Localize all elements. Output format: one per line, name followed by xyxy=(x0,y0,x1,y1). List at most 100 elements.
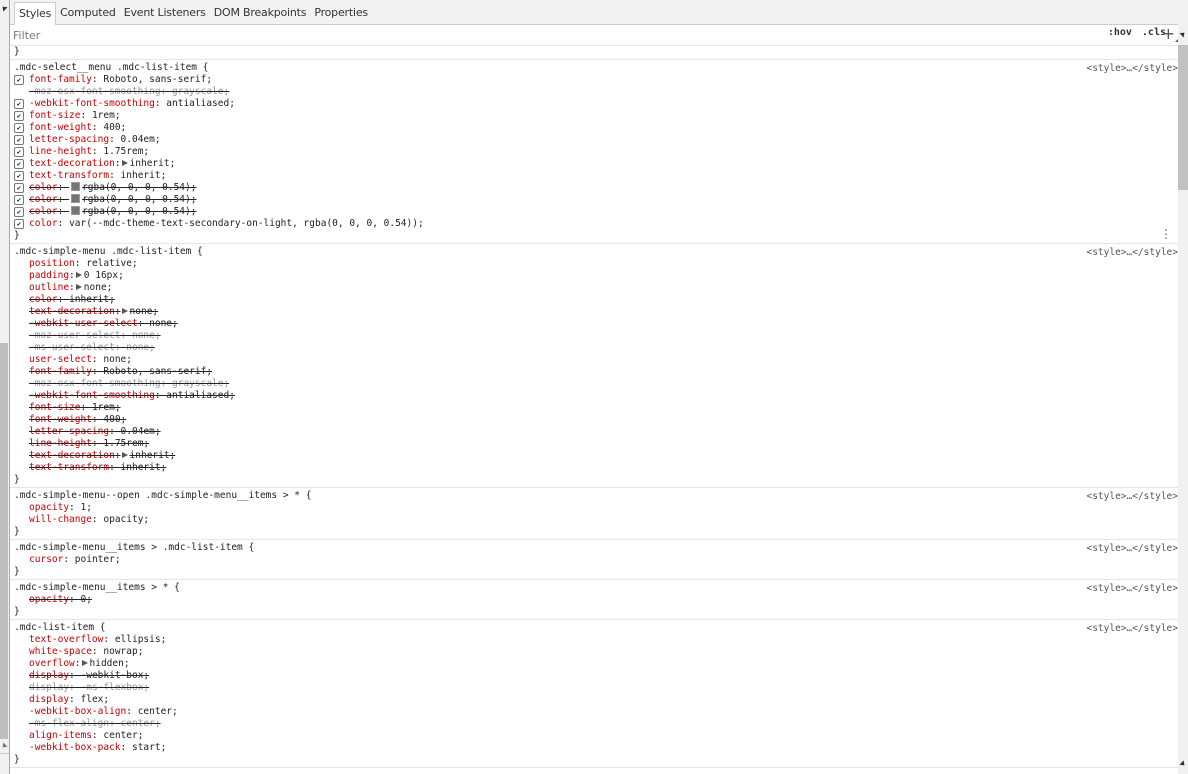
property-value[interactable]: Roboto, sans-serif; xyxy=(103,366,212,377)
css-property[interactable]: opacity: 1; xyxy=(14,502,1178,514)
property-name[interactable]: color xyxy=(29,218,58,229)
more-options-icon[interactable]: ⋮ xyxy=(1160,227,1172,241)
expand-triangle-icon[interactable] xyxy=(121,452,128,458)
property-value[interactable]: inherit; xyxy=(121,170,167,181)
css-property[interactable]: ✔ text-decoration: inherit; xyxy=(14,158,1178,170)
css-property[interactable]: ✔ color: rgba(0, 0, 0, 0.54); xyxy=(14,206,1178,218)
property-value[interactable]: 1.75rem; xyxy=(103,146,149,157)
property-name[interactable]: -moz-user-select xyxy=(29,330,121,341)
property-name[interactable]: font-size xyxy=(29,402,80,413)
css-property[interactable]: text-overflow: ellipsis; xyxy=(14,634,1178,646)
property-name[interactable]: color xyxy=(29,194,58,205)
rule-selector[interactable]: .mdc-simple-menu__items > .mdc-list-item… xyxy=(14,542,1178,554)
property-name[interactable]: outline xyxy=(29,282,69,293)
css-property[interactable]: -webkit-user-select: none; xyxy=(14,318,1178,330)
property-name[interactable]: -webkit-user-select xyxy=(29,318,138,329)
property-name[interactable]: text-transform xyxy=(29,170,109,181)
rule-source-link[interactable]: <style>…</style> xyxy=(1086,543,1178,554)
css-property[interactable]: font-weight: 400; xyxy=(14,414,1178,426)
property-name[interactable]: text-decoration xyxy=(29,450,115,461)
property-value[interactable]: start; xyxy=(132,742,166,753)
scroll-down-arrow-icon[interactable] xyxy=(1179,760,1187,768)
rule-selector[interactable]: .mdc-simple-menu .mdc-list-item { xyxy=(14,246,1178,258)
property-value[interactable]: pointer; xyxy=(75,554,121,565)
scroll-down-arrow-icon[interactable] xyxy=(0,742,8,750)
css-property[interactable]: line-height: 1.75rem; xyxy=(14,438,1178,450)
css-property[interactable]: opacity: 0; xyxy=(14,594,1178,606)
property-name[interactable]: letter-spacing xyxy=(29,134,109,145)
css-property[interactable]: display: flex; xyxy=(14,694,1178,706)
property-name[interactable]: display xyxy=(29,682,69,693)
filter-input[interactable] xyxy=(10,27,915,43)
property-value[interactable]: ellipsis; xyxy=(115,634,166,645)
scroll-up-arrow-icon[interactable] xyxy=(0,4,8,12)
css-property[interactable]: user-select: none; xyxy=(14,354,1178,366)
property-checkbox[interactable]: ✔ xyxy=(14,159,24,169)
property-checkbox[interactable]: ✔ xyxy=(14,219,24,229)
css-property[interactable]: color: inherit; xyxy=(14,294,1178,306)
css-property[interactable]: align-items: center; xyxy=(14,730,1178,742)
tab-dom-breakpoints[interactable]: DOM Breakpoints xyxy=(210,2,311,24)
property-name[interactable]: color xyxy=(29,206,58,217)
property-value[interactable]: 1rem; xyxy=(92,402,121,413)
property-name[interactable]: line-height xyxy=(29,146,92,157)
css-property[interactable]: -webkit-font-smoothing: antialiased; xyxy=(14,390,1178,402)
property-value[interactable]: 400; xyxy=(103,122,126,133)
property-value[interactable]: antialiased; xyxy=(166,390,235,401)
color-swatch[interactable] xyxy=(71,194,81,203)
css-property[interactable]: display: -webkit-box; xyxy=(14,670,1178,682)
rule-selector[interactable]: .mdc-simple-menu__items > * { xyxy=(14,582,1178,594)
color-swatch[interactable] xyxy=(71,182,81,191)
css-property[interactable]: will-change: opacity; xyxy=(14,514,1178,526)
property-value[interactable]: grayscale; xyxy=(172,86,229,97)
property-name[interactable]: display xyxy=(29,694,69,705)
property-value[interactable]: inherit; xyxy=(130,450,176,461)
expand-triangle-icon[interactable] xyxy=(81,660,88,666)
property-checkbox[interactable]: ✔ xyxy=(14,99,24,109)
property-name[interactable]: text-transform xyxy=(29,462,109,473)
property-value[interactable]: -webkit-box; xyxy=(81,670,150,681)
property-name[interactable]: line-height xyxy=(29,438,92,449)
css-property[interactable]: position: relative; xyxy=(14,258,1178,270)
css-property[interactable]: cursor: pointer; xyxy=(14,554,1178,566)
tab-event-listeners[interactable]: Event Listeners xyxy=(120,2,210,24)
css-property[interactable]: -ms-flex-align: center; xyxy=(14,718,1178,730)
rule-selector[interactable]: .mdc-select__menu .mdc-list-item { xyxy=(14,62,1178,74)
property-checkbox[interactable]: ✔ xyxy=(14,75,24,85)
property-checkbox[interactable]: ✔ xyxy=(14,147,24,157)
property-value[interactable]: var(--mdc-theme-text-secondary-on-light,… xyxy=(69,218,424,229)
css-property[interactable]: overflow: hidden; xyxy=(14,658,1178,670)
css-property[interactable]: outline: none; xyxy=(14,282,1178,294)
property-value[interactable]: none; xyxy=(132,330,161,341)
css-property[interactable]: letter-spacing: 0.04em; xyxy=(14,426,1178,438)
property-value[interactable]: 0.04em; xyxy=(121,134,161,145)
property-name[interactable]: text-decoration xyxy=(29,158,115,169)
property-name[interactable]: user-select xyxy=(29,354,92,365)
css-property[interactable]: -webkit-box-pack: start; xyxy=(14,742,1178,754)
property-value[interactable]: antialiased; xyxy=(166,98,235,109)
tab-properties[interactable]: Properties xyxy=(310,2,372,24)
property-value[interactable]: inherit; xyxy=(121,462,167,473)
property-value[interactable]: rgba(0, 0, 0, 0.54); xyxy=(82,182,196,193)
property-name[interactable]: text-overflow xyxy=(29,634,103,645)
property-name[interactable]: cursor xyxy=(29,554,63,565)
css-property[interactable]: display: -ms-flexbox; xyxy=(14,682,1178,694)
property-value[interactable]: 400; xyxy=(103,414,126,425)
property-value[interactable]: grayscale; xyxy=(172,378,229,389)
css-property[interactable]: ✔ font-weight: 400; xyxy=(14,122,1178,134)
css-property[interactable]: text-decoration: none; xyxy=(14,306,1178,318)
property-checkbox[interactable]: ✔ xyxy=(14,111,24,121)
css-property[interactable]: -moz-osx-font-smoothing: grayscale; xyxy=(14,86,1178,98)
css-property[interactable]: ✔ color: var(--mdc-theme-text-secondary-o… xyxy=(14,218,1178,230)
property-value[interactable]: none; xyxy=(84,282,113,293)
property-name[interactable]: opacity xyxy=(29,502,69,513)
property-checkbox[interactable]: ✔ xyxy=(14,195,24,205)
expand-triangle-icon[interactable] xyxy=(75,284,82,290)
property-name[interactable]: font-family xyxy=(29,366,92,377)
rule-source-link[interactable]: <style>…</style> xyxy=(1086,491,1178,502)
property-name[interactable]: -ms-flex-align xyxy=(29,718,109,729)
property-name[interactable]: padding xyxy=(29,270,69,281)
rule-selector[interactable]: .mdc-simple-menu--open .mdc-simple-menu_… xyxy=(14,490,1178,502)
property-value[interactable]: rgba(0, 0, 0, 0.54); xyxy=(82,194,196,205)
css-property[interactable]: ✔ letter-spacing: 0.04em; xyxy=(14,134,1178,146)
